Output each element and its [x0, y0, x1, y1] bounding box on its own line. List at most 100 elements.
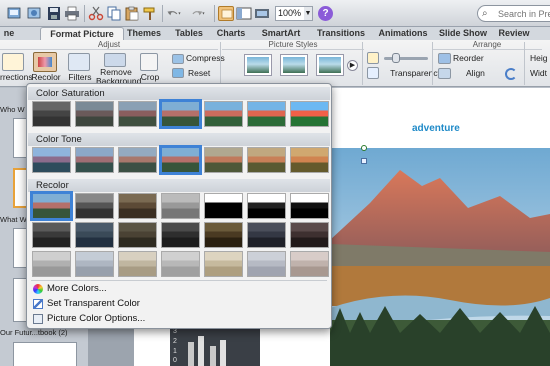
recolor-swatch[interactable] [161, 222, 200, 248]
search-input[interactable] [498, 7, 550, 20]
recolor-swatch[interactable] [204, 101, 243, 127]
border-icon[interactable] [367, 52, 379, 64]
recolor-swatch[interactable] [75, 193, 114, 219]
recolor-swatch[interactable] [75, 101, 114, 127]
recolor-swatch[interactable] [32, 147, 71, 173]
chart-object[interactable]: 3 2 1 0 [170, 326, 260, 366]
group-picture-styles-label: Picture Styles [222, 40, 364, 50]
recolor-swatch[interactable] [118, 147, 157, 173]
recolor-swatch[interactable] [32, 251, 71, 277]
recolor-button[interactable]: Recolor [30, 73, 62, 82]
tab-smartart[interactable]: SmartArt [256, 27, 306, 40]
cut-icon[interactable] [88, 6, 104, 21]
filters-icon[interactable] [68, 53, 90, 71]
zoom-dropdown-icon[interactable]: ▼ [304, 6, 313, 21]
picture-color-options-menu-item[interactable]: Picture Color Options... [33, 312, 145, 326]
picture-style-2[interactable] [280, 54, 308, 76]
align-button[interactable]: Align [466, 69, 498, 78]
reorder-icon[interactable] [438, 53, 451, 64]
recolor-swatch[interactable] [290, 193, 329, 219]
tab-tables[interactable]: Tables [170, 27, 208, 40]
save-icon[interactable] [46, 6, 62, 21]
picture-style-3[interactable] [316, 54, 344, 76]
color-saturation-header: Color Saturation [28, 87, 330, 100]
transparency-slider-thumb[interactable] [392, 53, 400, 63]
recolor-swatch[interactable] [118, 193, 157, 219]
recolor-swatch[interactable] [118, 222, 157, 248]
paste-icon[interactable] [124, 6, 140, 21]
recolor-swatch[interactable] [118, 101, 157, 127]
recolor-swatch[interactable] [32, 101, 71, 127]
styles-more-icon[interactable]: ▶ [347, 60, 358, 71]
rotate-icon[interactable] [505, 68, 517, 80]
recolor-swatch[interactable] [247, 222, 286, 248]
picture-style-1[interactable] [244, 54, 272, 76]
slide-thumbnail-6[interactable] [13, 342, 77, 366]
reset-icon[interactable] [172, 68, 184, 78]
resize-handle-top[interactable] [361, 158, 367, 164]
recolor-icon[interactable] [33, 52, 57, 72]
more-colors-menu-item[interactable]: More Colors... [33, 282, 107, 296]
recolor-swatch[interactable] [247, 147, 286, 173]
slide-heading[interactable]: adventure [412, 123, 460, 134]
recolor-swatch[interactable] [247, 251, 286, 277]
recolor-swatch[interactable] [290, 222, 329, 248]
recolor-swatch[interactable] [32, 222, 71, 248]
recolor-swatch[interactable] [161, 251, 200, 277]
compress-button[interactable]: Compress [186, 54, 225, 63]
tab-home[interactable]: ne [0, 27, 18, 40]
recolor-swatch[interactable] [75, 251, 114, 277]
reorder-button[interactable]: Reorder [453, 54, 497, 63]
recolor-swatch[interactable] [161, 193, 200, 219]
align-icon[interactable] [438, 68, 451, 79]
zoom-field[interactable]: 100% [275, 6, 305, 21]
recolor-swatch[interactable] [204, 193, 243, 219]
set-transparent-color-menu-item[interactable]: Set Transparent Color [33, 297, 140, 311]
crop-button[interactable]: Crop [138, 73, 162, 82]
help-icon[interactable]: ? [318, 6, 333, 21]
recolor-swatch[interactable] [204, 222, 243, 248]
remove-background-icon[interactable] [104, 53, 126, 67]
recolor-swatch[interactable] [247, 193, 286, 219]
recolor-swatch[interactable] [75, 222, 114, 248]
recolor-swatch[interactable] [290, 101, 329, 127]
tab-review[interactable]: Review [494, 27, 534, 40]
effects-icon[interactable] [367, 67, 379, 79]
new-document-icon[interactable] [6, 6, 22, 21]
corrections-button[interactable]: rrections [0, 73, 33, 82]
recolor-swatch[interactable] [290, 147, 329, 173]
rotate-handle[interactable] [361, 145, 367, 151]
sidebar-icon[interactable] [236, 6, 252, 21]
recolor-swatch[interactable] [30, 191, 73, 221]
recolor-swatch[interactable] [290, 251, 329, 277]
undo-icon[interactable] [166, 6, 188, 21]
recolor-swatch[interactable] [118, 251, 157, 277]
media-browser-icon[interactable] [254, 6, 270, 21]
tab-charts[interactable]: Charts [212, 27, 250, 40]
tab-transitions[interactable]: Transitions [312, 27, 370, 40]
recolor-swatch[interactable] [204, 147, 243, 173]
crop-icon[interactable] [140, 53, 158, 71]
gallery-icon[interactable] [218, 6, 234, 21]
format-painter-icon[interactable] [142, 6, 158, 21]
recolor-swatch[interactable] [159, 145, 202, 175]
tab-format-picture[interactable]: Format Picture [40, 27, 124, 40]
selected-picture[interactable] [330, 148, 550, 366]
transparency-slider[interactable] [384, 53, 428, 63]
search-box[interactable]: ⌕ [477, 5, 550, 22]
recolor-swatch[interactable] [247, 101, 286, 127]
filters-button[interactable]: Filters [66, 73, 94, 82]
compress-icon[interactable] [172, 54, 184, 64]
corrections-icon[interactable] [2, 53, 24, 71]
tab-themes[interactable]: Themes [124, 27, 164, 40]
recolor-swatch[interactable] [159, 99, 202, 129]
print-icon[interactable] [64, 6, 80, 21]
recolor-swatch[interactable] [75, 147, 114, 173]
tab-animations[interactable]: Animations [374, 27, 432, 40]
redo-icon[interactable] [190, 6, 212, 21]
recolor-swatch[interactable] [204, 251, 243, 277]
tab-slide-show[interactable]: Slide Show [436, 27, 490, 40]
reset-button[interactable]: Reset [188, 69, 218, 78]
copy-icon[interactable] [106, 6, 122, 21]
template-icon[interactable] [26, 6, 42, 21]
